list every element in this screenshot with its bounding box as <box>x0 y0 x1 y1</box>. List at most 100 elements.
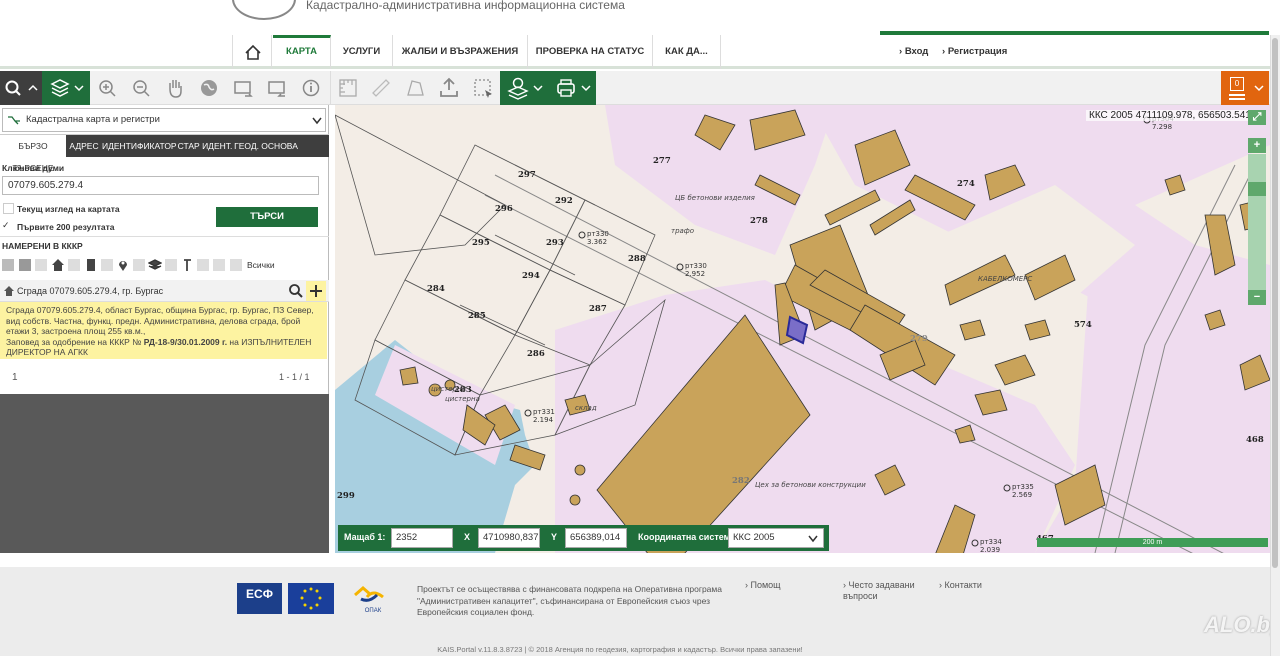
coord-system-value: ККС 2005 <box>733 532 775 543</box>
current-view-label: Текущ изглед на картата <box>17 204 120 214</box>
filter-mesh-icon[interactable] <box>35 259 47 271</box>
hand-icon <box>169 80 182 98</box>
zoom-handle[interactable] <box>1248 182 1266 196</box>
nav-services[interactable]: УСЛУГИ <box>331 35 393 69</box>
tab-old-identifier[interactable]: СТАР ИДЕНТ. <box>176 135 234 157</box>
contacts-link[interactable]: › Контакти <box>939 580 982 591</box>
full-extent-button[interactable] <box>192 71 226 105</box>
filter-all-checkbox[interactable] <box>230 259 242 271</box>
upload-button[interactable] <box>432 71 466 105</box>
zoom-slider[interactable]: ⤢ + − <box>1248 110 1266 306</box>
current-view-checkbox[interactable] <box>3 203 14 214</box>
nav-status-check[interactable]: ПРОВЕРКА НА СТАТУС <box>528 35 653 69</box>
coord-system-select[interactable]: ККС 2005 <box>728 528 824 548</box>
parcel-label: 288 <box>628 254 646 264</box>
nav-map[interactable]: КАРТА <box>273 35 331 69</box>
result-description: Сграда 07079.605.279.4, област Бургас, о… <box>6 305 314 336</box>
filter-zone-icon[interactable] <box>133 259 145 271</box>
help-link[interactable]: › Помощ <box>745 580 781 591</box>
filter-all-icon[interactable] <box>2 259 14 271</box>
tab-address[interactable]: АДРЕС <box>66 135 102 157</box>
filter-network-icon[interactable] <box>197 259 209 271</box>
scrollbar-thumb[interactable] <box>1272 38 1278 568</box>
parcel-label: 279 <box>910 334 928 344</box>
filter-other-icon[interactable] <box>165 259 177 271</box>
layer-type-icon <box>8 116 20 125</box>
filter-point-icon[interactable] <box>116 258 130 272</box>
parcel-label: 574 <box>1074 320 1092 330</box>
page-number[interactable]: 1 <box>12 372 18 383</box>
map-canvas[interactable]: 297 292 296 295 293 294 288 284 285 287 … <box>335 105 1270 553</box>
parcel-label: 282 <box>732 476 750 486</box>
parcel-label: 287 <box>589 304 607 314</box>
site-title: Кадастрално-административна информационн… <box>306 0 625 12</box>
scale-input[interactable]: 2352 <box>391 528 453 548</box>
next-extent-button[interactable] <box>260 71 294 105</box>
esf-logo: ЕСФ <box>237 583 282 614</box>
home-button[interactable] <box>232 35 272 69</box>
search-button[interactable]: ТЪРСИ <box>216 207 318 227</box>
parcel-label: 293 <box>546 238 564 248</box>
prev-extent-button[interactable] <box>226 71 260 105</box>
print-button[interactable] <box>548 71 596 105</box>
filter-object-icon[interactable] <box>101 259 113 271</box>
parcel-label: 286 <box>527 349 545 359</box>
filter-geodetic-icon[interactable] <box>181 258 195 272</box>
next-extent-icon <box>268 81 285 97</box>
nav-how-to[interactable]: КАК ДА... <box>653 35 721 69</box>
measure-area-button[interactable] <box>330 71 364 105</box>
zoom-track[interactable] <box>1248 154 1266 290</box>
login-label: Вход <box>904 46 929 57</box>
x-input[interactable]: 4710980,837 <box>478 528 540 548</box>
zoom-to-icon[interactable] <box>288 283 304 299</box>
result-header[interactable]: Сграда 07079.605.279.4, гр. Бургас <box>0 280 329 302</box>
x-label: X <box>464 532 471 542</box>
login-link[interactable]: › Вход <box>899 35 928 69</box>
cart-button[interactable]: 0 <box>1221 71 1269 105</box>
layer-select[interactable]: Кадастрална карта и регистри <box>0 105 329 135</box>
filter-extra-icon[interactable] <box>213 259 225 271</box>
zoom-out-button[interactable] <box>124 71 158 105</box>
result-details[interactable]: Сграда 07079.605.279.4, област Бургас, о… <box>0 302 327 359</box>
filter-grid-icon[interactable] <box>19 259 31 271</box>
info-button[interactable] <box>294 71 328 105</box>
select-area-button[interactable] <box>466 71 500 105</box>
add-result-button[interactable] <box>306 281 326 301</box>
result-order-number: РД-18-9/30.01.2009 г. <box>143 336 228 347</box>
measure-distance-button[interactable] <box>364 71 398 105</box>
place-label: цистерна <box>445 395 480 403</box>
y-input[interactable]: 656389,014 <box>565 528 627 548</box>
faq-link[interactable]: › Често задавани въпроси <box>843 580 923 602</box>
home-small-icon <box>4 286 14 296</box>
expand-icon[interactable]: ⤢ <box>1248 110 1266 125</box>
zoom-in-button[interactable] <box>90 71 124 105</box>
filter-layers-icon[interactable] <box>148 258 162 272</box>
zoom-out-icon <box>133 80 150 97</box>
cadastral-map[interactable]: 297 292 296 295 293 294 288 284 285 287 … <box>335 105 1270 553</box>
tab-geodetic-base[interactable]: ГЕОД. ОСНОВА <box>234 135 298 157</box>
nav-complaints[interactable]: ЖАЛБИ И ВЪЗРАЖЕНИЯ <box>393 35 528 69</box>
place-label: Цех за бетонови конструкции <box>755 481 866 489</box>
draw-polygon-button[interactable] <box>398 71 432 105</box>
search-tool-button[interactable] <box>0 71 42 105</box>
search-tabs: БЪРЗО ТЪРСЕНЕ АДРЕС ИДЕНТИФИКАТОР СТАР И… <box>0 135 329 173</box>
zoom-minus-button[interactable]: − <box>1248 290 1266 305</box>
filter-building-icon[interactable] <box>51 258 65 272</box>
zoom-plus-button[interactable]: + <box>1248 138 1266 153</box>
pan-button[interactable] <box>158 71 192 105</box>
identify-layer-button[interactable] <box>500 71 548 105</box>
home-icon <box>245 44 261 60</box>
opak-logo-text: ОПАК <box>364 608 382 614</box>
filter-apartment-icon[interactable] <box>84 258 98 272</box>
tab-identifier[interactable]: ИДЕНТИФИКАТОР <box>102 135 177 157</box>
tab-quick-search[interactable]: БЪРЗО ТЪРСЕНЕ <box>0 135 66 173</box>
keywords-input[interactable]: 07079.605.279.4 <box>2 176 319 195</box>
y-label: Y <box>551 532 558 542</box>
opak-logo: ОПАК <box>343 583 403 615</box>
first200-checkbox[interactable]: ✓ <box>2 220 13 231</box>
ruler-grid-icon <box>339 79 357 97</box>
layers-button[interactable] <box>42 71 90 105</box>
filter-parcel-icon[interactable] <box>68 259 80 271</box>
register-link[interactable]: › Регистрация <box>942 35 1007 69</box>
footer: ЕСФ ОПАК Проектът се осъществява с финан… <box>0 567 1280 656</box>
